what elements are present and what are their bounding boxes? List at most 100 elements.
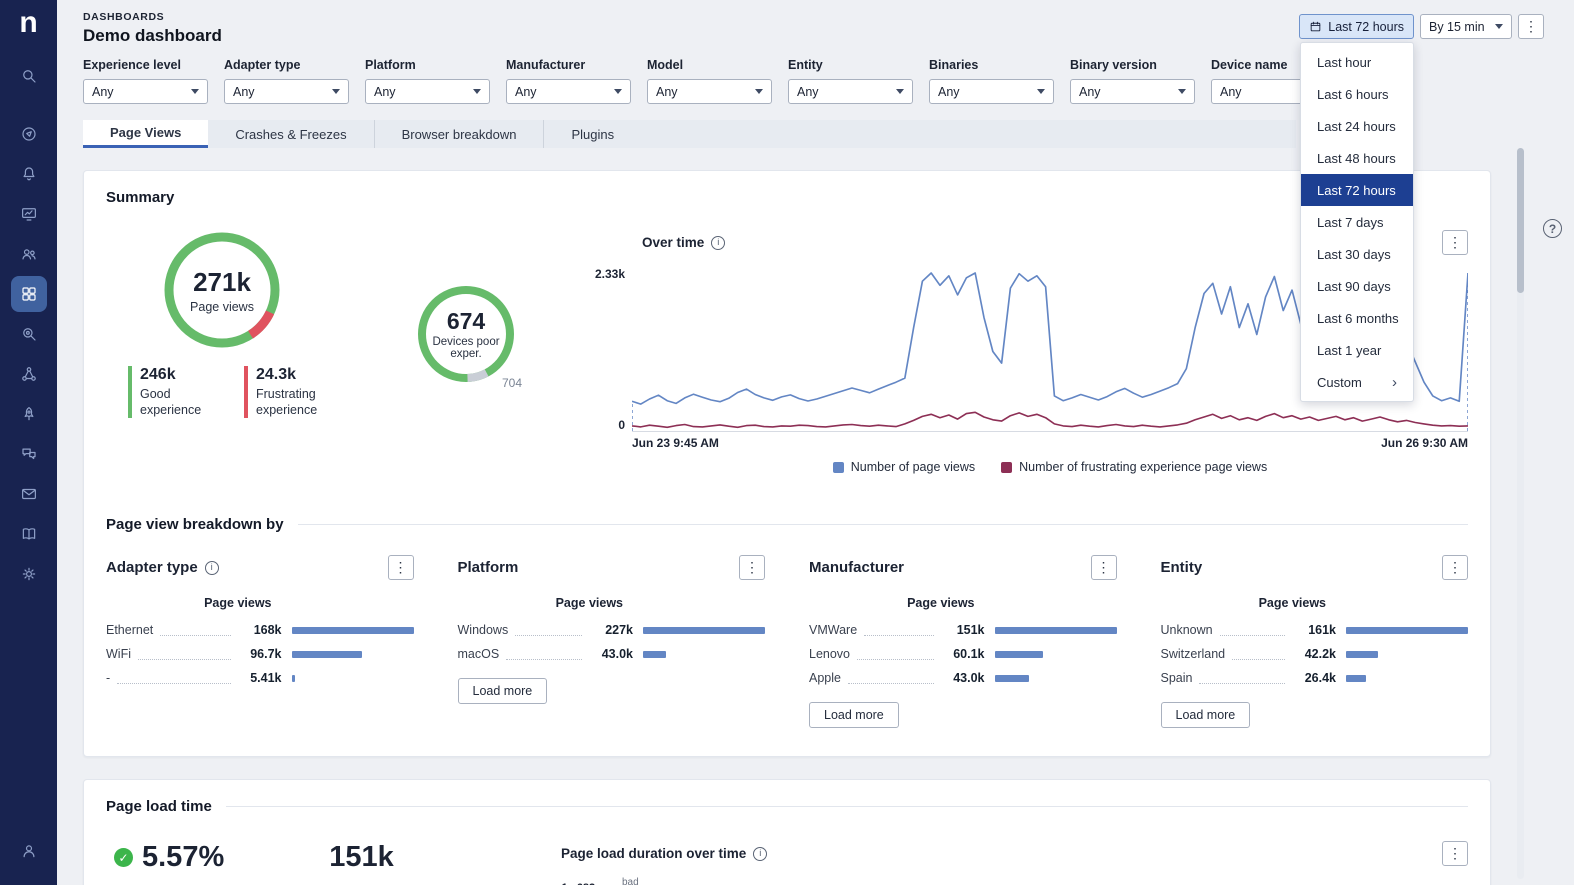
dotted-leader (1232, 649, 1285, 660)
filter-select-manufacturer[interactable]: Any (506, 79, 631, 104)
help-icon[interactable]: ? (1543, 219, 1562, 238)
tab-plugins[interactable]: Plugins (543, 120, 641, 148)
dotted-leader (864, 625, 933, 636)
dotted-leader (1199, 673, 1285, 684)
menu-item-label: Custom (1317, 375, 1362, 390)
over-time-title: Over time (642, 235, 704, 250)
sidebar-item-device-search[interactable] (11, 316, 47, 352)
app-logo[interactable]: n (19, 8, 37, 38)
time-menu-item[interactable]: Custom › (1301, 366, 1413, 398)
breakdown-groups: Adapter type i ⋮ Page views Ethernet168k… (106, 555, 1468, 728)
time-menu-item[interactable]: Last 48 hours (1301, 142, 1413, 174)
filter-select-binary-version[interactable]: Any (1070, 79, 1195, 104)
time-menu-item[interactable]: Last 72 hours (1301, 174, 1413, 206)
page-load-plot[interactable]: bad (619, 880, 1468, 885)
row-label: WiFi (106, 647, 131, 661)
sidebar-item-hierarchy[interactable] (11, 356, 47, 392)
tab-crashes-freezes[interactable]: Crashes & Freezes (208, 120, 373, 148)
time-menu-item[interactable]: Last 6 hours (1301, 78, 1413, 110)
chevron-down-icon (614, 89, 622, 94)
row-value: 60.1k (941, 647, 985, 661)
chevron-down-icon (1037, 89, 1045, 94)
time-menu-item[interactable]: Last 1 year (1301, 334, 1413, 366)
time-range-button[interactable]: Last 72 hours (1299, 14, 1414, 39)
sidebar-item-library[interactable] (11, 516, 47, 552)
filter-select-adapter-type[interactable]: Any (224, 79, 349, 104)
bad-threshold-label: bad (622, 877, 639, 885)
filter-select-experience-level[interactable]: Any (83, 79, 208, 104)
group-kebab-button[interactable]: ⋮ (739, 555, 765, 580)
info-icon[interactable]: i (205, 561, 219, 575)
page-load-chart-block: Page load duration over time i ⋮ 1s 682m… (561, 841, 1468, 885)
sidebar-item-explore[interactable] (11, 116, 47, 152)
filter-select-entity[interactable]: Any (788, 79, 913, 104)
time-menu-item[interactable]: Last 90 days (1301, 270, 1413, 302)
sidebar-item-dashboards[interactable] (11, 276, 47, 312)
group-kebab-button[interactable]: ⋮ (388, 555, 414, 580)
sidebar-item-campaigns[interactable] (11, 476, 47, 512)
over-time-kebab-button[interactable]: ⋮ (1442, 230, 1468, 255)
dotted-leader (848, 673, 934, 684)
chevron-down-icon (896, 89, 904, 94)
sidebar-nav (11, 58, 47, 596)
page-load-kebab-button[interactable]: ⋮ (1442, 841, 1468, 866)
tab-page-views[interactable]: Page Views (83, 120, 208, 148)
load-more-button[interactable]: Load more (458, 678, 548, 704)
sidebar-item-launch[interactable] (11, 396, 47, 432)
filter-binary-version: Binary version Any (1070, 58, 1195, 104)
tab-browser-breakdown[interactable]: Browser breakdown (374, 120, 544, 148)
row-value: 227k (589, 623, 633, 637)
time-menu-item[interactable]: Last 7 days (1301, 206, 1413, 238)
stat-label: Good experience (140, 387, 218, 418)
sidebar-item-users[interactable] (11, 236, 47, 272)
info-icon[interactable]: i (753, 847, 767, 861)
sidebar-item-monitoring[interactable] (11, 196, 47, 232)
time-menu-item[interactable]: Last hour (1301, 46, 1413, 78)
select-value: Any (374, 85, 396, 99)
legend-swatch-blue (833, 462, 844, 473)
info-icon[interactable]: i (711, 236, 725, 250)
filter-label: Entity (788, 58, 913, 72)
x-axis-labels: Jun 23 9:45 AM Jun 26 9:30 AM (632, 436, 1468, 450)
frustrating-rate-value: 5.57% (142, 841, 224, 874)
group-kebab-button[interactable]: ⋮ (1091, 555, 1117, 580)
time-menu-item[interactable]: Last 24 hours (1301, 110, 1413, 142)
good-experience-stat: 246k Good experience (128, 366, 218, 418)
mail-icon (20, 485, 38, 503)
sidebar-item-alerts[interactable] (11, 156, 47, 192)
sidebar-item-chat[interactable] (11, 436, 47, 472)
sidebar-item-profile[interactable] (11, 833, 47, 869)
table-row: Switzerland42.2k (1161, 642, 1469, 666)
scrollbar-thumb[interactable] (1517, 148, 1524, 293)
stat-label: Frustrating experience (256, 387, 334, 418)
filter-label: Adapter type (224, 58, 349, 72)
load-more-button[interactable]: Load more (809, 702, 899, 728)
value-bar (292, 627, 414, 634)
chart-legend: Number of page views Number of frustrati… (632, 460, 1468, 474)
chevron-down-icon (473, 89, 481, 94)
filter-select-model[interactable]: Any (647, 79, 772, 104)
row-value: 43.0k (589, 647, 633, 661)
page-load-card: Page load time ✓ 5.57% 151k Page load du… (83, 779, 1491, 885)
filter-select-platform[interactable]: Any (365, 79, 490, 104)
sidebar-item-settings[interactable] (11, 556, 47, 592)
vertical-scrollbar[interactable] (1517, 148, 1524, 879)
value-bar (995, 627, 1117, 634)
value-bar (292, 651, 363, 658)
time-menu-item[interactable]: Last 30 days (1301, 238, 1413, 270)
time-menu-item[interactable]: Last 6 months (1301, 302, 1413, 334)
sidebar-item-search[interactable] (11, 58, 47, 94)
bar-cell (1336, 651, 1468, 658)
value-bar (995, 651, 1044, 658)
value-bar (643, 651, 666, 658)
header-kebab-button[interactable]: ⋮ (1518, 14, 1544, 39)
x-end-label: Jun 26 9:30 AM (1381, 436, 1468, 450)
devices-total: 704 (502, 376, 522, 390)
interval-select[interactable]: By 15 min (1420, 14, 1512, 39)
group-kebab-button[interactable]: ⋮ (1442, 555, 1468, 580)
table-row: Spain26.4k (1161, 666, 1469, 690)
load-more-button[interactable]: Load more (1161, 702, 1251, 728)
legend-page-views: Number of page views (833, 460, 975, 474)
filter-select-binaries[interactable]: Any (929, 79, 1054, 104)
page-views-donut: 271k Page views (162, 230, 282, 350)
